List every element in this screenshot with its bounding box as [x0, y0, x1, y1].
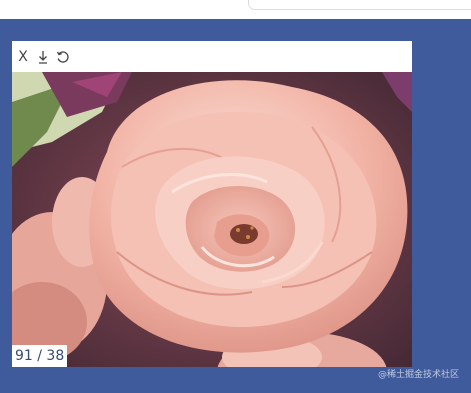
rotate-icon	[56, 50, 70, 64]
rose-image	[12, 72, 412, 367]
top-search-field-edge[interactable]	[248, 0, 471, 10]
image-viewer: X 91 / 38	[12, 41, 412, 367]
close-button[interactable]: X	[15, 48, 31, 66]
download-icon	[37, 50, 49, 64]
top-strip	[0, 0, 471, 19]
rotate-button[interactable]	[55, 48, 71, 66]
image-counter: 91 / 38	[12, 345, 68, 367]
rose-photo: 91 / 38	[12, 72, 412, 367]
download-button[interactable]	[35, 48, 51, 66]
watermark-text: @稀土掘金技术社区	[377, 370, 459, 380]
viewer-toolbar: X	[12, 41, 412, 72]
